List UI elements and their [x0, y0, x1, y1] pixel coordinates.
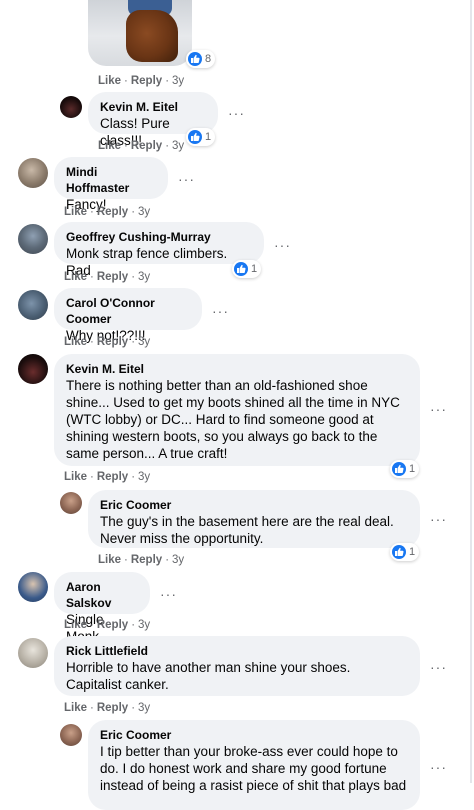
like-link[interactable]: Like: [64, 206, 87, 218]
reply-link[interactable]: Reply: [97, 206, 128, 218]
comment-meta: Like · Reply · 3y: [64, 336, 151, 348]
thumbs-up-icon: [392, 462, 406, 476]
comment-photo[interactable]: [88, 0, 192, 66]
reply-link[interactable]: Reply: [97, 336, 128, 348]
timestamp: 3y: [138, 271, 151, 283]
avatar[interactable]: [60, 724, 82, 746]
avatar[interactable]: [18, 354, 48, 384]
timestamp: 3y: [138, 471, 151, 483]
reply-link[interactable]: Reply: [97, 271, 128, 283]
comment-author[interactable]: Carol O'Connor Coomer: [66, 295, 190, 327]
avatar[interactable]: [60, 96, 82, 118]
photo-boot: [126, 10, 178, 62]
photo-reaction-count[interactable]: 8: [186, 50, 216, 68]
comment-bubble: Eric Coomer I tip better than your broke…: [88, 720, 420, 810]
comment-text: There is nothing better than an old-fash…: [66, 378, 404, 461]
reaction-count: 1: [409, 546, 416, 558]
more-options-icon[interactable]: ···: [212, 304, 230, 318]
reply-link[interactable]: Reply: [131, 140, 162, 152]
thumbs-up-icon: [392, 545, 406, 559]
avatar[interactable]: [18, 638, 48, 668]
comment-author[interactable]: Kevin M. Eitel: [100, 99, 206, 115]
avatar[interactable]: [18, 158, 48, 188]
comment-bubble: Kevin M. Eitel There is nothing better t…: [54, 354, 420, 466]
like-link[interactable]: Like: [98, 140, 121, 152]
more-options-icon[interactable]: ···: [178, 172, 196, 186]
thumbs-up-icon: [188, 130, 202, 144]
thumbs-up-icon: [188, 52, 202, 66]
comment-meta: Like · Reply · 3y: [98, 75, 185, 87]
reply-link[interactable]: Reply: [97, 702, 128, 714]
comment-meta: Like · Reply · 3y: [98, 554, 185, 566]
comment-meta: Like · Reply · 3y: [64, 271, 151, 283]
avatar[interactable]: [18, 224, 48, 254]
more-options-icon[interactable]: ···: [274, 238, 292, 252]
reaction-count: 1: [251, 263, 258, 275]
more-options-icon[interactable]: ···: [430, 660, 448, 674]
avatar[interactable]: [18, 572, 48, 602]
comment-bubble: Carol O'Connor Coomer Why not!??!!!: [54, 288, 202, 343]
like-link[interactable]: Like: [98, 554, 121, 566]
comment-bubble: Aaron Salskov Single Monk: [54, 572, 150, 644]
more-options-icon[interactable]: ···: [160, 587, 178, 601]
comment-author[interactable]: Kevin M. Eitel: [66, 361, 408, 377]
comment-author[interactable]: Aaron Salskov: [66, 579, 138, 611]
more-options-icon[interactable]: ···: [430, 402, 448, 416]
comment-meta: Like · Reply · 3y: [64, 702, 151, 714]
like-link[interactable]: Like: [64, 619, 87, 631]
comment-bubble: Eric Coomer The guy's in the basement he…: [88, 490, 420, 548]
reply-link[interactable]: Reply: [97, 619, 128, 631]
timestamp: 3y: [138, 702, 151, 714]
reply-link[interactable]: Reply: [131, 554, 162, 566]
timestamp: 3y: [138, 206, 151, 218]
reaction-count: 8: [205, 53, 212, 65]
thumbs-up-icon: [234, 262, 248, 276]
comment-reactions[interactable]: 1: [232, 260, 262, 278]
comment-reactions[interactable]: 1: [390, 543, 420, 561]
like-link[interactable]: Like: [64, 471, 87, 483]
like-link[interactable]: Like: [64, 271, 87, 283]
comment-meta: Like · Reply · 3y: [64, 619, 151, 631]
timestamp: 3y: [172, 554, 185, 566]
comment-author[interactable]: Rick Littlefield: [66, 643, 408, 659]
comment-meta: Like · Reply · 3y: [64, 206, 151, 218]
comment-meta: Like · Reply · 3y: [64, 471, 151, 483]
more-options-icon[interactable]: ···: [430, 512, 448, 526]
comment-text: I tip better than your broke-ass ever co…: [100, 744, 407, 793]
reaction-count: 1: [205, 131, 212, 143]
comment-author[interactable]: Mindi Hoffmaster: [66, 164, 156, 196]
comment-reactions[interactable]: 1: [186, 128, 216, 146]
like-link[interactable]: Like: [98, 75, 121, 87]
like-link[interactable]: Like: [64, 336, 87, 348]
reply-link[interactable]: Reply: [97, 471, 128, 483]
timestamp: 3y: [172, 140, 185, 152]
comment-bubble: Mindi Hoffmaster Fancy!: [54, 157, 168, 212]
comment-reactions[interactable]: 1: [390, 460, 420, 478]
reaction-count: 1: [409, 463, 416, 475]
divider: [470, 0, 472, 783]
comment-bubble: Rick Littlefield Horrible to have anothe…: [54, 636, 420, 696]
comment-text: The guy's in the basement here are the r…: [100, 514, 398, 546]
more-options-icon[interactable]: ···: [430, 760, 448, 774]
timestamp: 3y: [172, 75, 185, 87]
comment-bubble: Geoffrey Cushing-Murray Monk strap fence…: [54, 222, 264, 278]
timestamp: 3y: [138, 336, 151, 348]
comment-author[interactable]: Eric Coomer: [100, 727, 408, 743]
comment-text: Horrible to have another man shine your …: [66, 660, 355, 692]
avatar[interactable]: [60, 492, 82, 514]
avatar[interactable]: [18, 290, 48, 320]
more-options-icon[interactable]: ···: [228, 106, 246, 120]
comment-author[interactable]: Eric Coomer: [100, 497, 408, 513]
timestamp: 3y: [138, 619, 151, 631]
comment-thread: 8 Like · Reply · 3y Kevin M. Eitel Class! Pu…: [0, 0, 474, 810]
comment-author[interactable]: Geoffrey Cushing-Murray: [66, 229, 252, 245]
like-link[interactable]: Like: [64, 702, 87, 714]
reply-link[interactable]: Reply: [131, 75, 162, 87]
comment-meta: Like · Reply · 3y: [98, 140, 185, 152]
